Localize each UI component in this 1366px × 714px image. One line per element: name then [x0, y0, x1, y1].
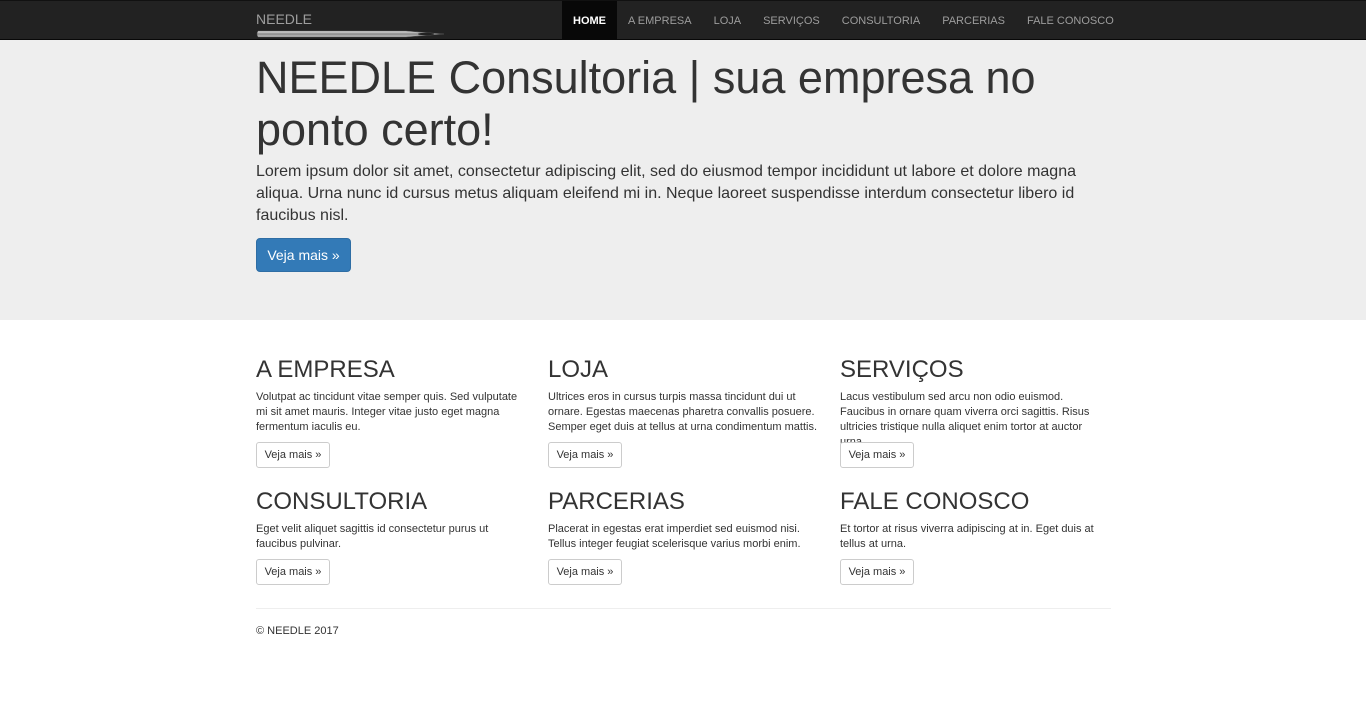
feature-fale-conosco: FALE CONOSCO Et tortor at risus viverra … — [840, 488, 1110, 552]
servicos-veja-mais-button[interactable]: Veja mais » — [840, 442, 914, 468]
feature-text: Placerat in egestas erat imperdiet sed e… — [548, 523, 801, 550]
hero-lead: Lorem ipsum dolor sit amet, consectetur … — [256, 163, 1076, 224]
footer-divider — [256, 608, 1111, 609]
main-nav: HOME A EMPRESA LOJA SERVIÇOS CONSULTORIA… — [562, 1, 1125, 40]
nav-fale-conosco[interactable]: FALE CONOSCO — [1016, 1, 1125, 40]
consultoria-veja-mais-button[interactable]: Veja mais » — [256, 559, 330, 585]
loja-veja-mais-button[interactable]: Veja mais » — [548, 442, 622, 468]
brand-logo[interactable]: NEEDLE — [256, 1, 446, 40]
brand-name: NEEDLE — [256, 11, 313, 27]
footer-copyright: © NEEDLE 2017 — [256, 625, 339, 637]
nav-parcerias[interactable]: PARCERIAS — [931, 1, 1016, 40]
feature-title: SERVIÇOS — [840, 356, 964, 383]
hero-veja-mais-button[interactable]: Veja mais » — [256, 238, 351, 272]
feature-a-empresa: A EMPRESA Volutpat ac tincidunt vitae se… — [256, 356, 526, 435]
needle-logo-icon — [256, 30, 445, 38]
feature-loja: LOJA Ultrices eros in cursus turpis mass… — [548, 356, 818, 435]
feature-title: FALE CONOSCO — [840, 488, 1030, 515]
feature-text: Lacus vestibulum sed arcu non odio euism… — [840, 391, 1090, 448]
nav-consultoria[interactable]: CONSULTORIA — [831, 1, 931, 40]
hero-title: NEEDLE Consultoria | sua empresa no pont… — [256, 52, 1036, 155]
feature-text: Et tortor at risus viverra adipiscing at… — [840, 523, 1094, 550]
a-empresa-veja-mais-button[interactable]: Veja mais » — [256, 442, 330, 468]
nav-a-empresa[interactable]: A EMPRESA — [617, 1, 703, 40]
parcerias-veja-mais-button[interactable]: Veja mais » — [548, 559, 622, 585]
feature-title: CONSULTORIA — [256, 488, 428, 515]
top-navbar: NEEDLE HOME A EMPRESA LOJA SERVIÇOS CONS… — [0, 0, 1366, 40]
feature-parcerias: PARCERIAS Placerat in egestas erat imper… — [548, 488, 818, 552]
feature-servicos: SERVIÇOS Lacus vestibulum sed arcu non o… — [840, 356, 1110, 450]
feature-text: Volutpat ac tincidunt vitae semper quis.… — [256, 391, 518, 433]
feature-title: LOJA — [548, 356, 609, 383]
feature-text: Ultrices eros in cursus turpis massa tin… — [548, 391, 818, 433]
feature-title: PARCERIAS — [548, 488, 685, 515]
feature-text: Eget velit aliquet sagittis id consectet… — [256, 523, 489, 550]
feature-consultoria: CONSULTORIA Eget velit aliquet sagittis … — [256, 488, 526, 552]
fale-conosco-veja-mais-button[interactable]: Veja mais » — [840, 559, 914, 585]
nav-servicos[interactable]: SERVIÇOS — [752, 1, 831, 40]
nav-home[interactable]: HOME — [562, 1, 617, 40]
hero-jumbotron: NEEDLE Consultoria | sua empresa no pont… — [0, 40, 1366, 320]
feature-title: A EMPRESA — [256, 356, 395, 383]
nav-loja[interactable]: LOJA — [703, 1, 753, 40]
